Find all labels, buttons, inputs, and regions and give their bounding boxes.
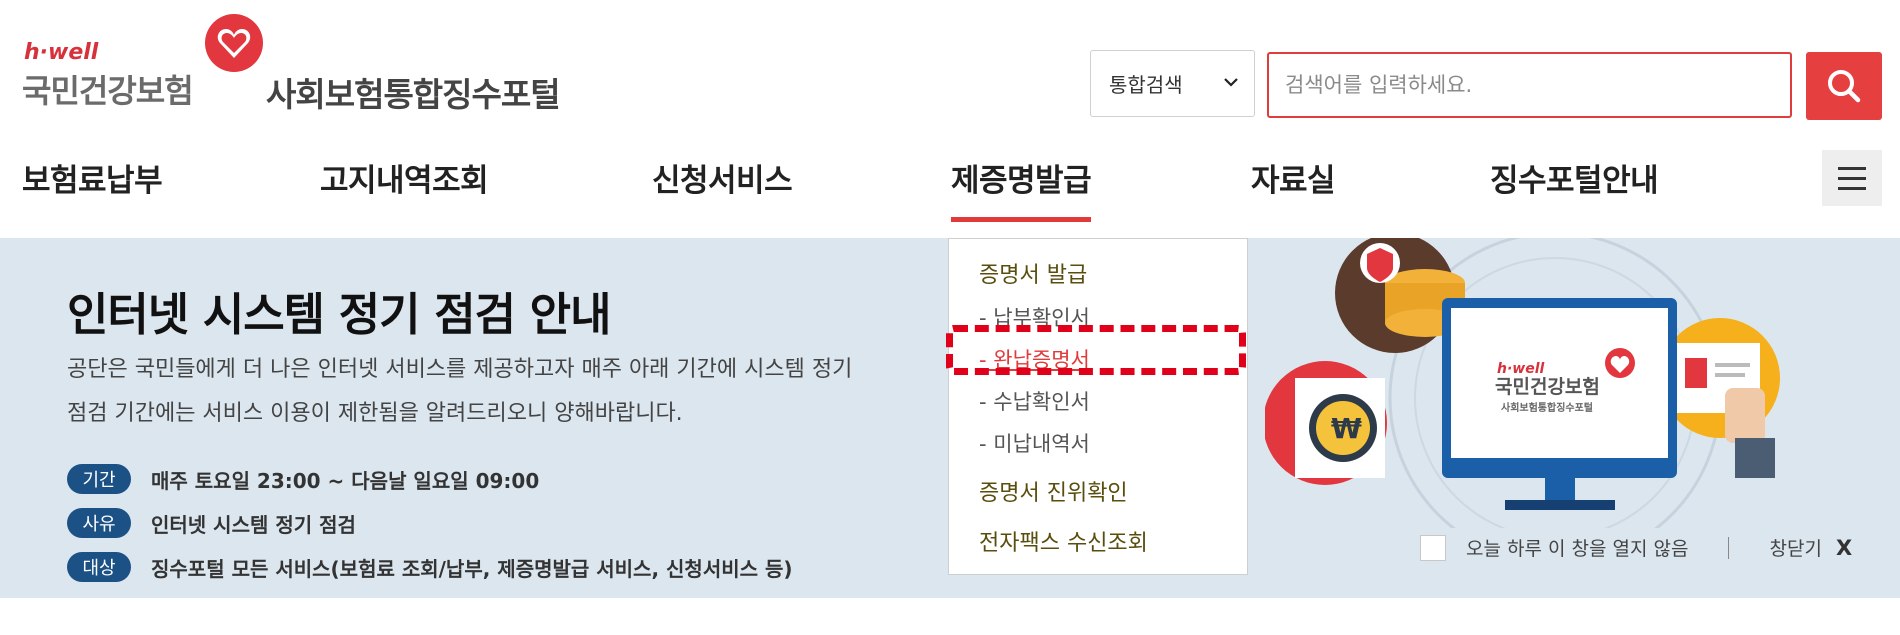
search-icon: [1828, 70, 1861, 103]
period-badge: 기간: [67, 464, 131, 494]
reason-text: 인터넷 시스템 정기 점검: [151, 512, 356, 537]
submenu-efax-inquiry[interactable]: 전자팩스 수신조회: [979, 525, 1247, 557]
hamburger-menu-icon[interactable]: [1822, 150, 1882, 206]
submenu-unpaid-statement[interactable]: - 미납내역서: [979, 423, 1247, 465]
reason-badge: 사유: [67, 508, 131, 538]
submenu-receipt-confirmation[interactable]: - 수납확인서: [979, 381, 1247, 423]
nav-item-certificate-issuance[interactable]: 제증명발급: [951, 155, 1092, 222]
search-type-value: 통합검색: [1109, 73, 1183, 97]
nav-item-portal-guide[interactable]: 징수포털안내: [1490, 155, 1659, 200]
banner-footer: 오늘 하루 이 창을 열지 않음 창닫기 X: [1420, 534, 1852, 561]
illust-logo-org: 국민건강보험: [1495, 376, 1600, 398]
banner-desc-line1: 공단은 국민들에게 더 나은 인터넷 서비스를 제공하고자 매주 아래 기간에 …: [67, 357, 853, 382]
certificate-submenu: 증명서 발급 - 납부확인서 - 완납증명서 - 수납확인서 - 미납내역서 증…: [948, 238, 1248, 575]
heart-logo-icon: [205, 14, 263, 72]
illust-logo-portal: 사회보험통합징수포털: [1501, 401, 1593, 414]
site-logo[interactable]: h·well 국민건강보험 사회보험통합징수포털: [20, 10, 580, 114]
banner-desc-line2: 점검 기간에는 서비스 이용이 제한됨을 알려드리오니 양해바랍니다.: [67, 401, 683, 426]
close-icon: X: [1835, 536, 1853, 560]
nav-item-notice-lookup[interactable]: 고지내역조회: [320, 155, 489, 200]
submenu-payment-confirmation[interactable]: - 납부확인서: [979, 297, 1247, 339]
illust-logo-hwell: h·well: [1497, 361, 1545, 377]
monitor-illustration: ₩ h·well 국민건강보험 사회보험통합징수포털: [1265, 238, 1780, 528]
banner-description: 공단은 국민들에게 더 나은 인터넷 서비스를 제공하고자 매주 아래 기간에 …: [67, 348, 1067, 436]
info-row-period: 기간 매주 토요일 23:00 ~ 다음날 일요일 09:00: [67, 464, 539, 494]
footer-separator: [1728, 536, 1730, 559]
dont-show-today-label[interactable]: 오늘 하루 이 창을 열지 않음: [1466, 534, 1688, 561]
chevron-down-icon: [1224, 78, 1238, 87]
target-text: 징수포털 모든 서비스(보험료 조회/납부, 제증명발급 서비스, 신청서비스 …: [151, 556, 793, 581]
submenu-certificate-verification[interactable]: 증명서 진위확인: [979, 475, 1247, 507]
search-button[interactable]: [1806, 52, 1882, 120]
search-input[interactable]: [1267, 52, 1792, 118]
info-row-reason: 사유 인터넷 시스템 정기 점검: [67, 508, 356, 538]
info-row-target: 대상 징수포털 모든 서비스(보험료 조회/납부, 제증명발급 서비스, 신청서…: [67, 552, 793, 582]
nav-item-data-room[interactable]: 자료실: [1251, 155, 1336, 200]
close-banner-label: 창닫기: [1769, 538, 1822, 560]
banner-title: 인터넷 시스템 정기 점검 안내: [67, 288, 611, 341]
period-text: 매주 토요일 23:00 ~ 다음날 일요일 09:00: [151, 468, 540, 493]
search-type-select[interactable]: 통합검색: [1090, 50, 1255, 117]
illust-coin-symbol: ₩: [1331, 412, 1362, 445]
dont-show-today-checkbox[interactable]: [1420, 534, 1446, 561]
nav-item-premium-payment[interactable]: 보험료납부: [22, 155, 163, 200]
nav-item-application-service[interactable]: 신청서비스: [652, 155, 793, 200]
submenu-certificate-issuance[interactable]: 증명서 발급: [979, 257, 1247, 289]
logo-org-name: 국민건강보험: [22, 72, 194, 110]
submenu-full-payment-certificate[interactable]: - 완납증명서: [979, 339, 1247, 381]
target-badge: 대상: [67, 552, 131, 582]
close-banner-button[interactable]: 창닫기 X: [1769, 534, 1852, 561]
logo-hwell-text: h·well: [24, 40, 99, 65]
main-nav: 보험료납부 고지내역조회 신청서비스 제증명발급 자료실 징수포털안내: [0, 145, 1900, 235]
logo-portal-name: 사회보험통합징수포털: [266, 75, 561, 114]
